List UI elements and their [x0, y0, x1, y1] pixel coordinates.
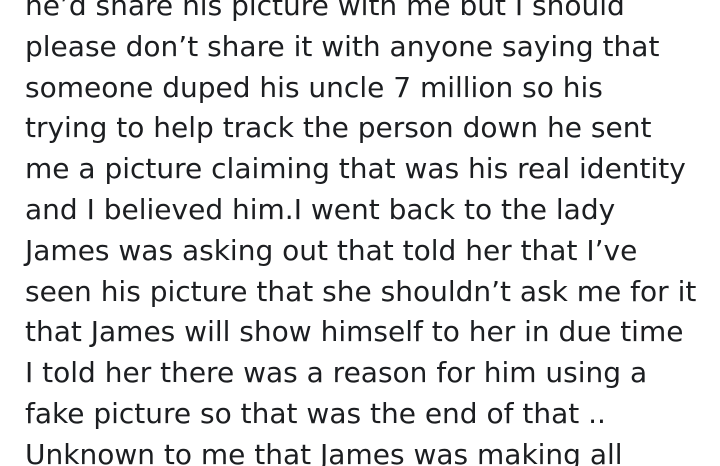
text-line: me a picture claiming that was his real … [25, 152, 686, 186]
text-line: someone duped his uncle 7 million so his [25, 70, 603, 104]
post-text: he’d share his picture with me but I sho… [0, 0, 720, 466]
text-line: please don’t share it with anyone saying… [25, 29, 660, 63]
text-line: and I believed him.I went back to the la… [25, 192, 616, 226]
text-line: he’d share his picture with me but I sho… [25, 0, 625, 22]
text-line: I told her there was a reason for him us… [25, 356, 648, 390]
text-line: seen his picture that she shouldn’t ask … [25, 274, 697, 308]
text-line: trying to help track the person down he … [25, 111, 652, 145]
text-line: that James will show himself to her in d… [25, 315, 684, 349]
text-line: Unknown to me that James was making all [25, 437, 623, 466]
text-line: James was asking out that told her that … [25, 233, 638, 267]
text-line: fake picture so that was the end of that… [25, 396, 606, 430]
post-body: he’d share his picture with me but I sho… [0, 0, 720, 466]
